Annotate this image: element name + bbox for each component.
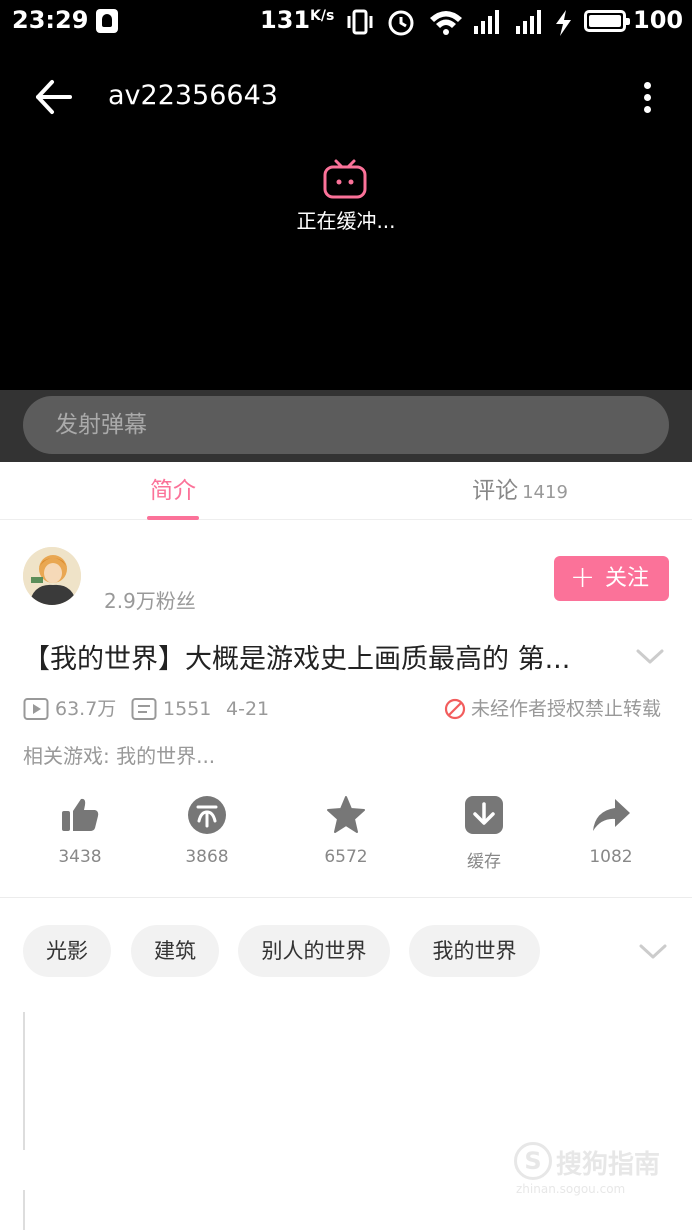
more-dot — [644, 106, 651, 113]
share-count: 1082 — [589, 847, 633, 867]
favorite-button[interactable]: 6572 — [301, 795, 391, 875]
favorite-count: 6572 — [324, 847, 368, 867]
video-detail-screen: 23:29 131 K/s 100 av22356643 正在缓冲... 发射弹… — [0, 0, 692, 1230]
tab-intro[interactable]: 简介 — [120, 462, 226, 520]
star-icon — [327, 796, 365, 833]
status-bar: 23:29 131 K/s 100 — [0, 0, 692, 44]
more-dot — [644, 94, 651, 101]
watermark-text: 搜狗指南 — [556, 1150, 661, 1180]
tag-chip[interactable]: 建筑 — [131, 925, 219, 977]
tag-chip[interactable]: 我的世界 — [409, 925, 540, 977]
charging-icon — [556, 10, 571, 36]
section-divider — [0, 897, 692, 898]
sogou-watermark: S 搜狗指南 zhinan.sogou.com — [512, 1140, 672, 1200]
fans-count: 2.9万粉丝 — [104, 589, 196, 613]
tab-comments[interactable]: 评论 1419 — [440, 462, 600, 520]
more-dot — [644, 82, 651, 89]
vibrate-icon — [347, 9, 373, 35]
like-button[interactable]: 3438 — [35, 795, 125, 875]
watermark-subtext: zhinan.sogou.com — [516, 1182, 626, 1196]
tab-intro-label: 简介 — [150, 478, 196, 504]
like-count: 3438 — [58, 847, 102, 867]
coin-count: 3868 — [185, 847, 229, 867]
wifi-icon — [430, 11, 462, 35]
tag-chip[interactable]: 别人的世界 — [238, 925, 390, 977]
follow-button[interactable]: + 关注 — [554, 556, 669, 601]
tv-icon — [323, 159, 367, 199]
scroll-edge-line — [23, 1012, 25, 1150]
related-game[interactable]: 相关游戏: 我的世界... — [23, 740, 215, 769]
buffering-text: 正在缓冲... — [296, 209, 396, 233]
chevron-down-icon[interactable] — [632, 641, 668, 671]
tab-comments-label: 评论 — [472, 478, 519, 504]
share-button[interactable]: 1082 — [566, 795, 656, 875]
alarm-icon — [388, 10, 414, 36]
uploader-avatar[interactable] — [23, 547, 81, 605]
video-player[interactable]: 23:29 131 K/s 100 av22356643 正在缓冲... — [0, 0, 692, 390]
sogou-logo-icon: S — [514, 1142, 552, 1180]
danmaku-bar: 发射弹幕 — [0, 390, 692, 462]
network-speed-unit: K/s — [310, 8, 335, 24]
battery-level: 100 — [633, 6, 684, 34]
play-count-value: 63.7万 — [55, 698, 117, 720]
forbidden-icon — [444, 698, 466, 720]
arrow-left-icon — [36, 80, 72, 114]
publish-date-value: 4-21 — [226, 698, 270, 720]
danmaku-icon — [131, 698, 157, 720]
avatar-image — [23, 547, 81, 605]
more-options-button[interactable] — [630, 74, 666, 120]
danmaku-count-value: 1551 — [163, 698, 212, 720]
thumbs-up-icon — [62, 798, 99, 831]
qq-notification-icon — [96, 9, 118, 33]
network-speed: 131 — [260, 6, 311, 34]
follow-label: 关注 — [605, 566, 650, 591]
repost-notice-text: 未经作者授权禁止转载 — [471, 698, 662, 720]
plus-icon: + — [570, 560, 596, 595]
repost-notice: 未经作者授权禁止转载 — [444, 696, 669, 722]
play-icon — [23, 698, 49, 720]
back-button[interactable] — [30, 74, 78, 120]
player-title: av22356643 — [108, 80, 278, 111]
detail-tabs: 简介 评论 1419 — [0, 462, 692, 520]
scroll-edge-line — [23, 1190, 25, 1230]
chevron-down-icon[interactable] — [636, 934, 670, 968]
download-icon — [465, 796, 503, 834]
signal-icon — [516, 10, 541, 34]
download-button[interactable]: 缓存 — [439, 795, 529, 875]
coin-button[interactable]: 3868 — [162, 795, 252, 875]
status-icons — [347, 9, 571, 36]
share-icon — [593, 799, 630, 831]
battery-icon — [584, 10, 630, 32]
danmaku-input[interactable]: 发射弹幕 — [23, 396, 669, 454]
status-time: 23:29 — [12, 6, 89, 34]
tab-comments-count: 1419 — [522, 482, 568, 503]
coin-icon — [188, 796, 226, 834]
signal-3g-icon — [474, 10, 499, 34]
tag-chip[interactable]: 光影 — [23, 925, 111, 977]
download-label: 缓存 — [467, 852, 501, 872]
video-title: 【我的世界】大概是游戏史上画质最高的 第... — [23, 644, 571, 675]
